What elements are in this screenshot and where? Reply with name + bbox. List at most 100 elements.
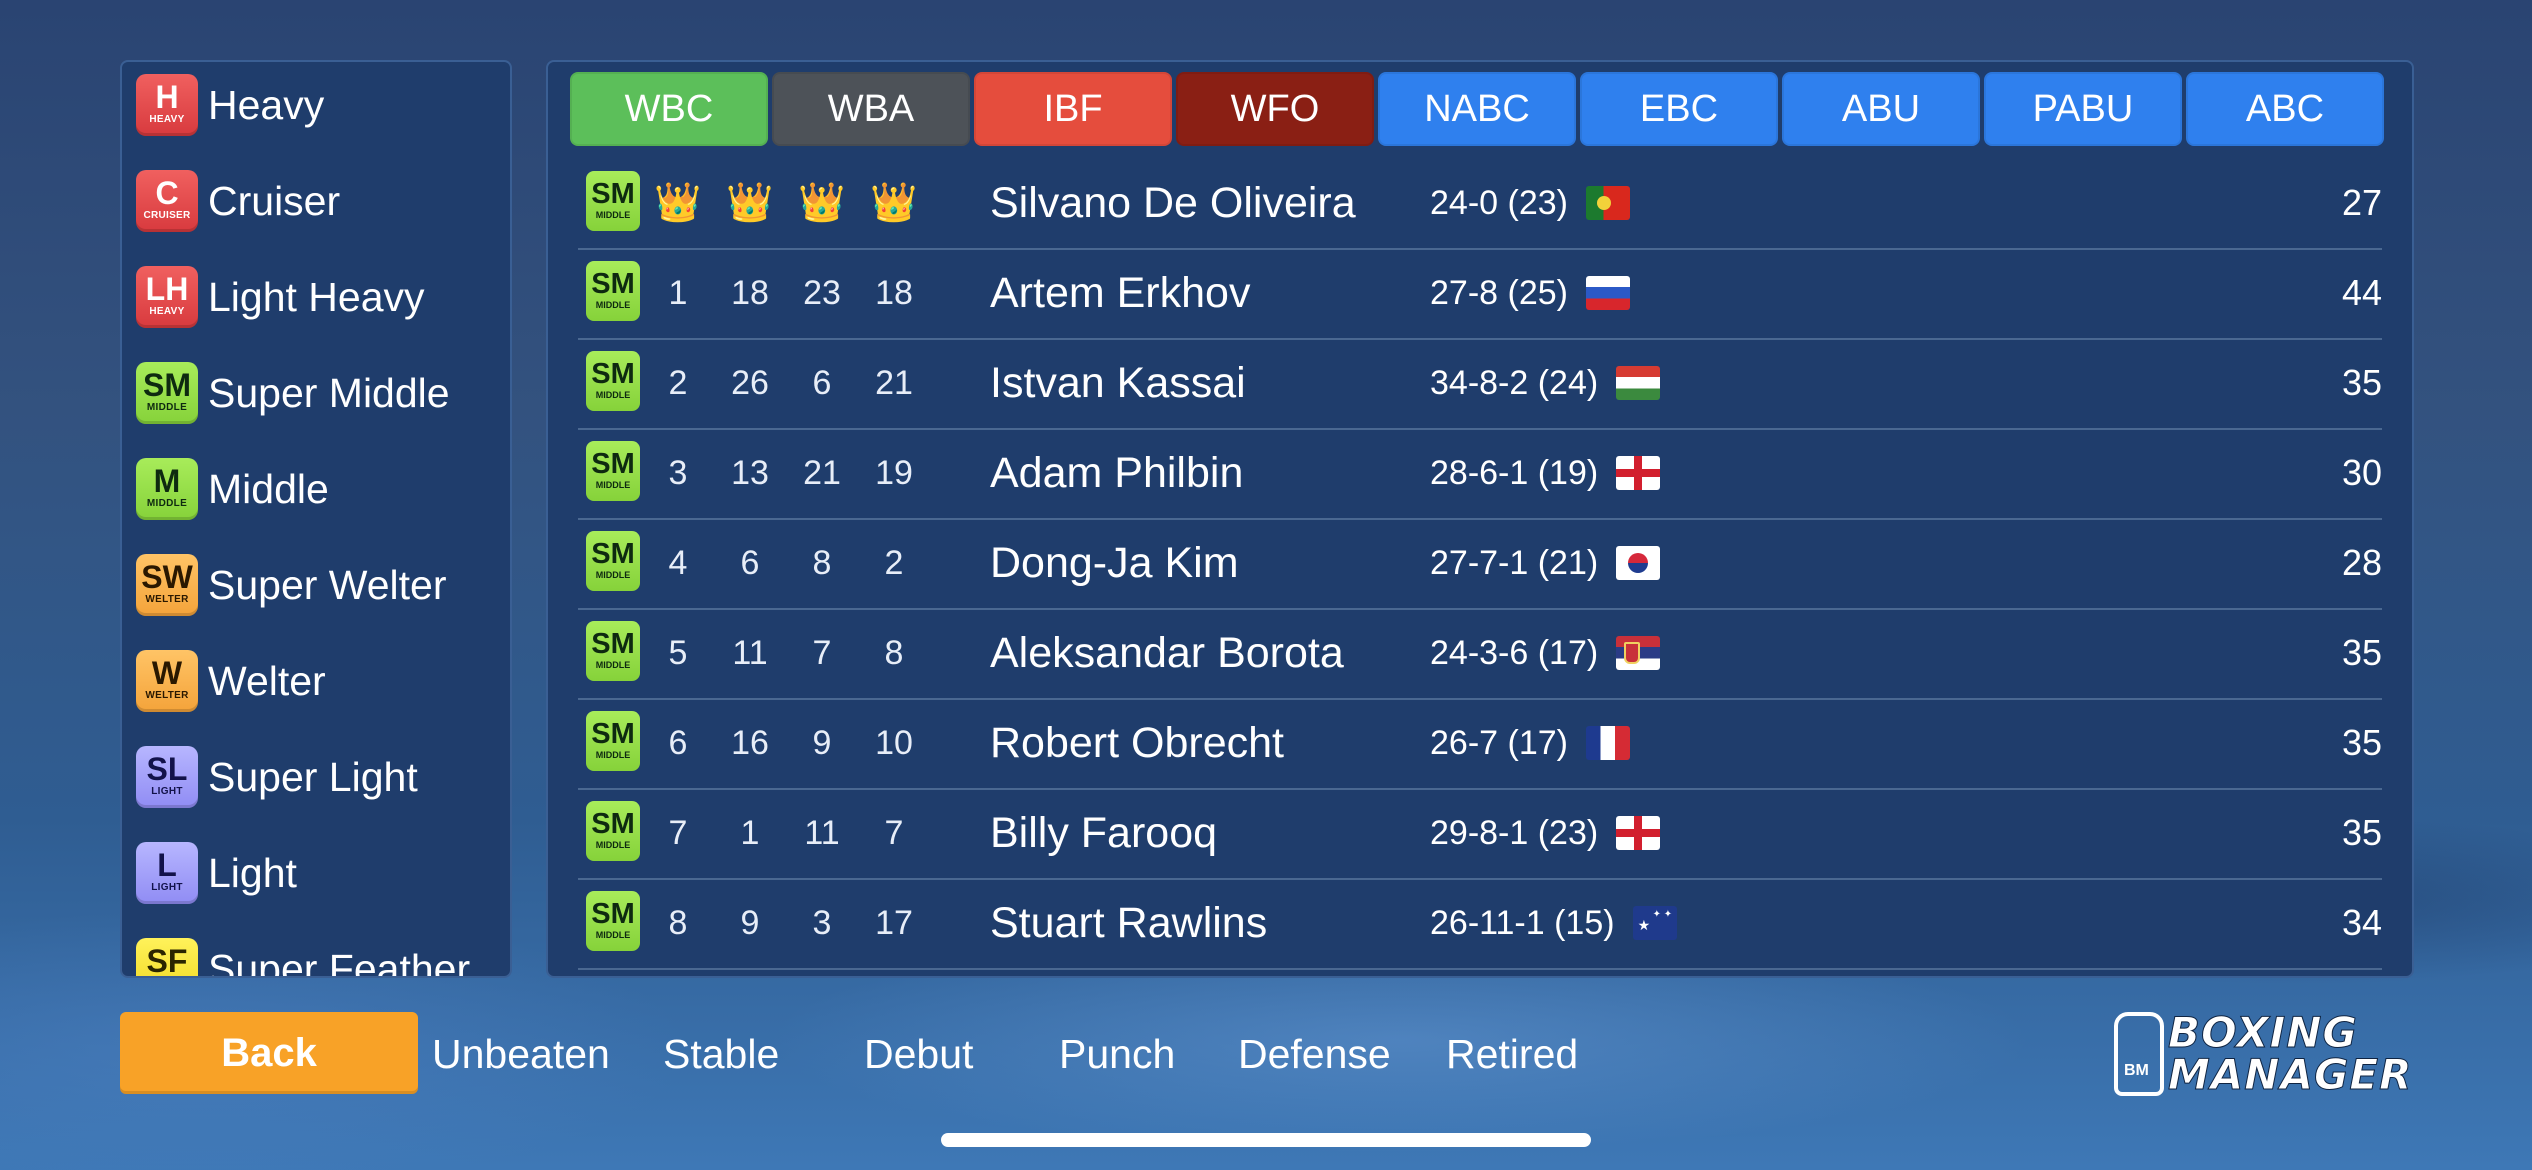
- rank-value: 19: [875, 453, 913, 492]
- tab-nabc[interactable]: NABC: [1378, 72, 1576, 146]
- boxer-row[interactable]: SM MIDDLE 3 13 21 19 Adam Philbin 28-6-1 (19) 30: [578, 428, 2382, 520]
- record-text: 24-0 (23): [1430, 183, 1568, 222]
- weight-class-item[interactable]: M MIDDLE Middle: [136, 455, 329, 523]
- flag-pt-icon: [1585, 186, 1630, 220]
- boxer-row[interactable]: SM MIDDLE 1 18 23 18 Artem Erkhov 27-8 (25) 44: [578, 248, 2382, 340]
- tab-wfo[interactable]: WFO: [1176, 72, 1374, 146]
- weight-class-item[interactable]: SM MIDDLE Super Middle: [136, 359, 450, 427]
- weight-class-sub: HEAVY: [149, 114, 185, 125]
- tab-ibf[interactable]: IBF: [974, 72, 1172, 146]
- flag-ru-icon: [1585, 276, 1630, 310]
- boxer-row[interactable]: SM MIDDLE 6 16 9 10 Robert Obrecht 26-7 (17) 35: [578, 698, 2382, 790]
- logo-line-1: BOXING: [2167, 1008, 2358, 1057]
- weight-class-sub: WELTER: [145, 690, 189, 701]
- badge-sub: MIDDLE: [595, 749, 631, 760]
- badge-sub: MIDDLE: [595, 479, 631, 490]
- tab-pabu[interactable]: PABU: [1984, 72, 2182, 146]
- weight-class-name: Light: [208, 849, 297, 896]
- boxer-record: 34-8-2 (24): [1430, 338, 1661, 428]
- weight-class-item[interactable]: SFFEATHER Super Feather: [136, 935, 471, 978]
- rank-value: 7: [884, 813, 904, 852]
- rank-value: 6: [740, 543, 760, 582]
- boxer-record: 26-11-1 (15): [1430, 878, 1677, 968]
- weight-class-abbr: SF: [146, 943, 188, 978]
- tab-abc[interactable]: ABC: [2186, 72, 2384, 146]
- boxer-name[interactable]: Aleksandar Borota: [990, 608, 1344, 698]
- rank-value: 9: [812, 723, 832, 762]
- weight-class-sub: LIGHT: [151, 882, 183, 893]
- boxer-name[interactable]: Istvan Kassai: [990, 338, 1246, 428]
- rank-value: 16: [731, 723, 769, 762]
- boxer-row[interactable]: SM MIDDLE 👑 👑 👑 👑 Silvano De Oliveira 24-0 (23)…: [578, 158, 2382, 250]
- filter-stable[interactable]: Stable: [663, 1024, 779, 1084]
- badge-abbr: SM: [591, 717, 635, 750]
- rank-value: 21: [875, 363, 913, 402]
- boxer-record: 26-7 (17): [1430, 698, 1630, 788]
- boxer-name[interactable]: Billy Farooq: [990, 788, 1217, 878]
- boxer-row[interactable]: SM MIDDLE 2 26 6 21 Istvan Kassai 34-8-2 (24) 35: [578, 338, 2382, 430]
- boxer-age: 35: [2341, 812, 2382, 853]
- filter-defense[interactable]: Defense: [1238, 1024, 1391, 1084]
- badge-abbr: SM: [591, 177, 635, 210]
- flag-en-icon: [1616, 816, 1661, 850]
- filter-debut[interactable]: Debut: [864, 1024, 973, 1084]
- home-indicator[interactable]: [941, 1133, 1591, 1147]
- boxer-name[interactable]: Artem Erkhov: [990, 248, 1250, 338]
- back-button[interactable]: Back: [120, 1012, 418, 1094]
- champion-crown-icon: 👑: [870, 182, 918, 224]
- badge-sub: MIDDLE: [595, 569, 631, 580]
- weight-class-item[interactable]: SW WELTER Super Welter: [136, 551, 447, 619]
- weight-class-badge: W WELTER: [136, 650, 198, 712]
- rank-value: 3: [812, 903, 832, 942]
- weight-class-name: Light Heavy: [208, 273, 425, 320]
- boxer-record: 24-3-6 (17): [1430, 608, 1661, 698]
- weight-class-item[interactable]: LH HEAVY Light Heavy: [136, 263, 425, 331]
- weight-class-abbr: LH: [145, 271, 189, 307]
- boxer-name[interactable]: Robert Obrecht: [990, 698, 1284, 788]
- boxer-record: 24-0 (23): [1430, 158, 1630, 248]
- weight-class-badge: SM MIDDLE: [586, 801, 640, 861]
- weight-class-abbr: SW: [141, 559, 193, 595]
- weight-class-item[interactable]: C CRUISER Cruiser: [136, 167, 340, 235]
- badge-abbr: SM: [591, 627, 635, 660]
- weight-class-name: Super Feather: [208, 945, 471, 978]
- boxer-row[interactable]: SM MIDDLE 4 6 8 2 Dong-Ja Kim 27-7-1 (21) 28: [578, 518, 2382, 610]
- rank-value: 9: [740, 903, 760, 942]
- boxer-row[interactable]: SM MIDDLE 5 11 7 8 Aleksandar Borota 24-3-6 (17…: [578, 608, 2382, 700]
- weight-class-item[interactable]: H HEAVY Heavy: [136, 71, 324, 139]
- tab-ebc[interactable]: EBC: [1580, 72, 1778, 146]
- boxer-name[interactable]: Silvano De Oliveira: [990, 158, 1356, 248]
- filter-unbeaten[interactable]: Unbeaten: [432, 1024, 610, 1084]
- boxer-record: 27-7-1 (21): [1430, 518, 1661, 608]
- boxer-name[interactable]: Stuart Rawlins: [990, 878, 1267, 968]
- boxer-name[interactable]: Dong-Ja Kim: [990, 518, 1239, 608]
- boxer-row[interactable]: SMMIDDLE 8 9 3 17 Stuart Rawlins 26-11-1 (15) 3…: [578, 878, 2382, 970]
- weight-class-item[interactable]: W WELTER Welter: [136, 647, 326, 715]
- weight-class-name: Super Light: [208, 753, 418, 800]
- weight-class-item[interactable]: L LIGHT Light: [136, 839, 297, 907]
- filter-retired[interactable]: Retired: [1446, 1024, 1578, 1084]
- rank-value: 23: [803, 273, 841, 312]
- weight-class-name: Cruiser: [208, 177, 341, 224]
- weight-class-badge: SFFEATHER: [136, 938, 198, 978]
- boxing-manager-logo: BM BOXING MANAGER: [2114, 1008, 2414, 1096]
- rank-value: 8: [884, 633, 904, 672]
- rank-value: 3: [668, 453, 688, 492]
- tab-wba[interactable]: WBA: [772, 72, 970, 146]
- flag-en-icon: [1616, 456, 1661, 490]
- boxer-name[interactable]: Adam Philbin: [990, 428, 1243, 518]
- badge-abbr: SM: [591, 267, 635, 300]
- rank-value: 11: [804, 813, 840, 852]
- weight-class-abbr: M: [153, 463, 181, 499]
- weight-class-item[interactable]: SL LIGHT Super Light: [136, 743, 418, 811]
- weight-class-badge: SM MIDDLE: [586, 531, 640, 591]
- rank-value: 21: [803, 453, 841, 492]
- weight-class-badge: SL LIGHT: [136, 746, 198, 808]
- boxer-row[interactable]: SM MIDDLE 7 1 11 7 Billy Farooq 29-8-1 (23) 35: [578, 788, 2382, 880]
- tab-abu[interactable]: ABU: [1782, 72, 1980, 146]
- weight-class-sidebar[interactable]: H HEAVY Heavy C CRUISER Cruiser LH HEAVY Light H…: [120, 60, 512, 978]
- record-text: 27-8 (25): [1430, 273, 1568, 312]
- filter-punch[interactable]: Punch: [1059, 1024, 1175, 1084]
- rank-value: 2: [668, 363, 688, 402]
- tab-wbc[interactable]: WBC: [570, 72, 768, 146]
